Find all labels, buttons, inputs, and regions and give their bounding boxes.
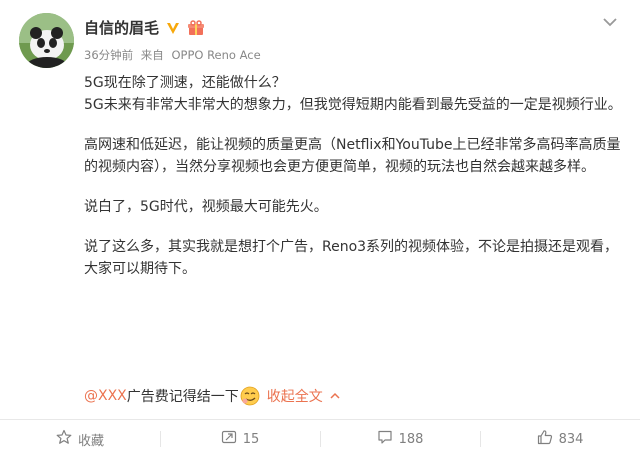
- chevron-up-icon: [329, 390, 341, 402]
- paragraph: 说白了，5G时代，视频最大可能先火。: [84, 199, 328, 215]
- avatar[interactable]: [19, 13, 74, 68]
- username-row: 自信的眉毛: [84, 17, 205, 38]
- collapse-label: 收起全文: [266, 389, 323, 405]
- comment-count: 188: [398, 431, 424, 447]
- post-content: 5G现在除了测速，还能做什么？ 5G未来有非常大非常大的想象力，但我觉得短期内能…: [84, 72, 629, 280]
- like-count: 834: [558, 431, 584, 447]
- collapse-button[interactable]: 收起全文: [267, 386, 341, 406]
- action-bar: 收藏 15 188 834: [0, 420, 640, 458]
- action-separator: [320, 431, 321, 447]
- vip-badge-icon[interactable]: [165, 20, 181, 36]
- comment-button[interactable]: 188: [320, 420, 480, 458]
- action-separator: [160, 431, 161, 447]
- post-time[interactable]: 36分钟前: [84, 48, 133, 62]
- post-meta: 36分钟前 来自 OPPO Reno Ace: [84, 47, 265, 63]
- repost-count: 15: [242, 431, 260, 447]
- mention-line: @XXX 广告费记得结一下 收起全文: [84, 386, 341, 406]
- source-device[interactable]: OPPO Reno Ace: [171, 48, 260, 62]
- star-icon: [56, 429, 72, 449]
- paragraph: 5G现在除了测速，还能做什么？: [84, 75, 286, 91]
- smirk-emoji-icon: [240, 386, 260, 406]
- like-icon: [537, 429, 553, 449]
- paragraph: 说了这么多，其实我就是想打个广告，Reno3系列的视频体验，不论是拍摄还是观看，…: [84, 239, 619, 277]
- mention-text: 广告费记得结一下: [126, 389, 239, 405]
- repost-button[interactable]: 15: [160, 420, 320, 458]
- gift-icon[interactable]: [187, 19, 205, 36]
- paragraph: 高网速和低延迟，能让视频的质量更高（Netflix和YouTube上已经非常多高…: [84, 137, 621, 175]
- favorite-button[interactable]: 收藏: [0, 420, 160, 458]
- paragraph: 5G未来有非常大非常大的想象力，但我觉得短期内能看到最先受益的一定是视频行业。: [84, 97, 622, 113]
- chevron-down-icon[interactable]: [598, 12, 622, 32]
- comment-icon: [377, 429, 393, 449]
- action-separator: [480, 431, 481, 447]
- source-prefix: 来自: [140, 48, 164, 62]
- like-button[interactable]: 834: [480, 420, 640, 458]
- favorite-label: 收藏: [77, 433, 104, 449]
- repost-icon: [221, 429, 237, 449]
- mention-link[interactable]: @XXX: [84, 388, 127, 404]
- username[interactable]: 自信的眉毛: [84, 17, 159, 38]
